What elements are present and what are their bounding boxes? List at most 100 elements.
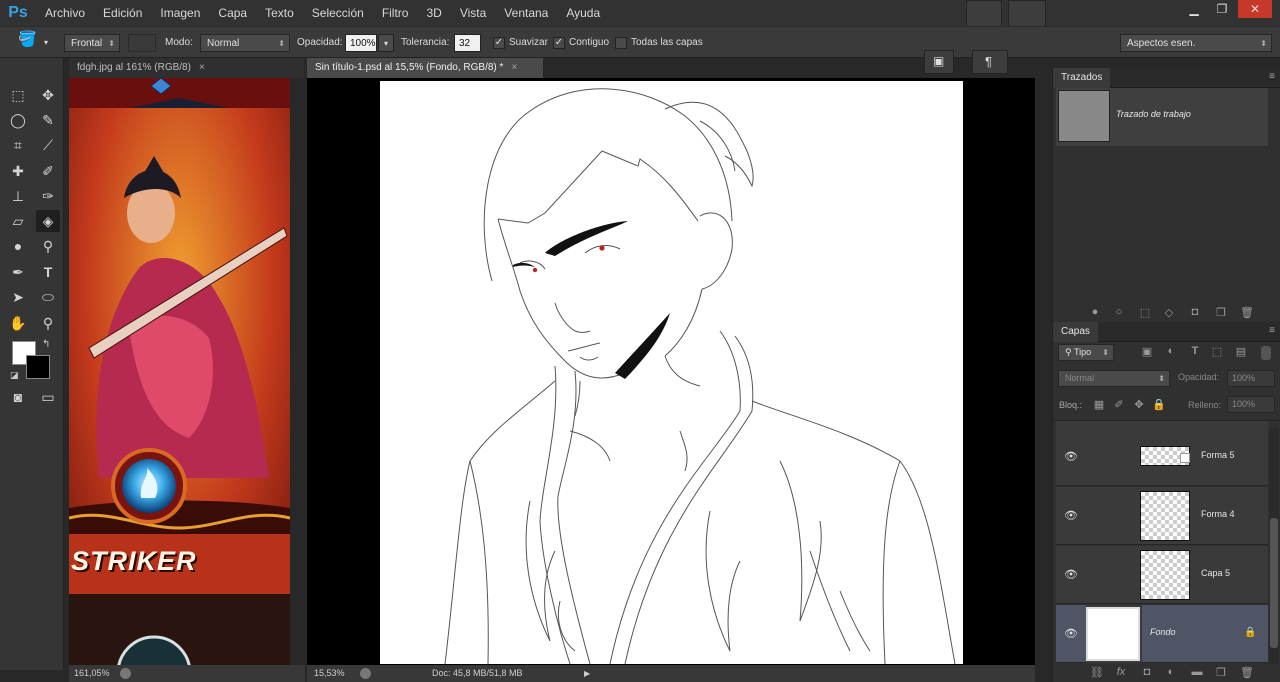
visibility-eye-icon[interactable]: 👁 xyxy=(1064,509,1078,522)
layers-panel-menu-icon[interactable]: ≡ xyxy=(1269,325,1275,336)
filter-pixel-icon[interactable]: ▣ xyxy=(1139,345,1155,358)
quick-mask-icon[interactable]: ◙ xyxy=(6,386,30,408)
new-group-icon[interactable]: ▬ xyxy=(1189,666,1205,678)
left-status-menu-icon[interactable] xyxy=(120,668,131,679)
delete-layer-icon[interactable]: 🗑 xyxy=(1239,666,1255,679)
screen-mode-icon[interactable]: ▭ xyxy=(36,386,60,408)
status-expand-arrow-icon[interactable]: ▶ xyxy=(584,665,590,682)
menu-vista[interactable]: Vista xyxy=(451,0,495,26)
load-selection-icon[interactable]: ⬚ xyxy=(1137,306,1153,319)
layers-scrollbar-thumb[interactable] xyxy=(1270,518,1278,648)
layers-scrollbar[interactable] xyxy=(1269,428,1279,664)
menu-texto[interactable]: Texto xyxy=(256,0,303,26)
brush-tool-icon[interactable]: ✐ xyxy=(36,160,60,182)
swap-colors-icon[interactable]: ↰ xyxy=(42,339,50,350)
tool-preset-chevron-icon[interactable]: ▾ xyxy=(44,34,48,52)
marquee-tool-icon[interactable]: ⬚ xyxy=(6,84,30,106)
stamp-tool-icon[interactable]: ⊥ xyxy=(6,185,30,207)
background-color-swatch[interactable] xyxy=(26,355,50,379)
hand-tool-icon[interactable]: ✋ xyxy=(6,312,30,334)
filter-adjustment-icon[interactable]: ◐ xyxy=(1163,345,1179,357)
pen-tool-icon[interactable]: ✒ xyxy=(6,261,30,283)
layer-style-icon[interactable]: fx xyxy=(1113,666,1129,678)
lock-pixels-icon[interactable]: ✐ xyxy=(1111,398,1127,411)
layer-opacity-input[interactable]: 100% xyxy=(1227,370,1275,387)
minimize-button[interactable]: ▁ xyxy=(1180,0,1208,18)
menu-ventana[interactable]: Ventana xyxy=(495,0,557,26)
paint-bucket-tool-icon[interactable]: ◈ xyxy=(36,210,60,232)
new-adjustment-layer-icon[interactable]: ◐ xyxy=(1163,666,1179,678)
layer-row-forma-4[interactable]: 👁 Forma 4 xyxy=(1056,487,1268,545)
visibility-eye-icon[interactable]: 👁 xyxy=(1064,450,1078,463)
tab-fdgh-close-icon[interactable]: × xyxy=(199,62,205,73)
workspace-select[interactable]: Aspectos esen. xyxy=(1120,34,1272,53)
filter-toggle[interactable] xyxy=(1261,346,1271,360)
crop-tool-icon[interactable]: ⌗ xyxy=(6,134,30,156)
main-status-menu-icon[interactable] xyxy=(360,668,371,679)
visibility-eye-icon[interactable]: 👁 xyxy=(1064,627,1078,640)
blend-mode-select[interactable]: Normal xyxy=(1058,370,1170,387)
tab-sin-titulo-close-icon[interactable]: × xyxy=(511,62,517,73)
healing-tool-icon[interactable]: ✚ xyxy=(6,160,30,182)
path-select-tool-icon[interactable]: ➤ xyxy=(6,286,30,308)
menu-3d[interactable]: 3D xyxy=(417,0,450,26)
ellipse-tool-icon[interactable]: ⬭ xyxy=(36,286,60,308)
work-path-row[interactable]: Trazado de trabajo xyxy=(1056,88,1268,146)
paths-panel-menu-icon[interactable]: ≡ xyxy=(1269,71,1275,82)
restore-button[interactable]: ❐ xyxy=(1208,0,1236,18)
menu-edicion[interactable]: Edición xyxy=(94,0,151,26)
type-tool-icon[interactable]: T xyxy=(36,261,60,283)
eraser-tool-icon[interactable]: ▱ xyxy=(6,210,30,232)
left-zoom-level[interactable]: 161,05% xyxy=(74,665,110,682)
canvas-area[interactable] xyxy=(307,78,1035,665)
menu-seleccion[interactable]: Selección xyxy=(303,0,373,26)
fill-path-icon[interactable]: ● xyxy=(1087,306,1103,318)
new-path-icon[interactable]: ❐ xyxy=(1213,306,1229,319)
tab-paths[interactable]: Trazados xyxy=(1053,68,1111,88)
smooth-checkbox[interactable]: ✓ xyxy=(493,37,505,49)
menu-capa[interactable]: Capa xyxy=(209,0,256,26)
paragraph-icon[interactable]: ¶ xyxy=(985,54,992,69)
filter-smart-icon[interactable]: ▤ xyxy=(1233,345,1249,358)
lock-transparency-icon[interactable]: ▦ xyxy=(1091,398,1107,411)
new-layer-icon[interactable]: ❐ xyxy=(1213,666,1229,679)
fill-source-select[interactable]: Frontal xyxy=(64,34,120,53)
paint-bucket-icon[interactable]: 🪣 xyxy=(18,31,37,49)
opacity-input[interactable]: 100% xyxy=(345,34,377,52)
tolerance-input[interactable]: 32 xyxy=(454,34,481,52)
opacity-dropdown-icon[interactable]: ▾ xyxy=(378,34,394,52)
tab-sin-titulo[interactable]: Sin título-1.psd al 15,5% (Fondo, RGB/8)… xyxy=(307,58,543,78)
filter-shape-icon[interactable]: ⬚ xyxy=(1209,345,1225,358)
reference-document[interactable]: STRIKER xyxy=(69,78,290,665)
tab-fdgh[interactable]: fdgh.jpg al 161% (RGB/8) × xyxy=(69,58,304,78)
fill-input[interactable]: 100% xyxy=(1227,396,1275,413)
pattern-picker[interactable] xyxy=(128,34,156,52)
default-colors-icon[interactable]: ◪ xyxy=(10,370,19,381)
add-layer-mask-icon[interactable]: ◘ xyxy=(1139,666,1155,678)
layer-row-capa-5[interactable]: 👁 Capa 5 xyxy=(1056,546,1268,604)
document-canvas[interactable] xyxy=(380,81,963,664)
link-layers-icon[interactable]: ⛓ xyxy=(1089,666,1105,679)
visibility-eye-icon[interactable]: 👁 xyxy=(1064,568,1078,581)
layer-row-fondo[interactable]: 👁 Fondo 🔒 xyxy=(1056,605,1268,663)
lasso-tool-icon[interactable]: ◯ xyxy=(6,109,30,131)
eyedropper-tool-icon[interactable]: ⟋ xyxy=(36,134,60,156)
menu-filtro[interactable]: Filtro xyxy=(373,0,418,26)
history-brush-tool-icon[interactable]: ✑ xyxy=(36,185,60,207)
layer-filter-select[interactable]: ⚲ Tipo xyxy=(1058,344,1114,361)
dodge-tool-icon[interactable]: ⚲ xyxy=(36,235,60,257)
menu-archivo[interactable]: Archivo xyxy=(36,0,94,26)
quick-select-tool-icon[interactable]: ✎ xyxy=(36,109,60,131)
stroke-path-icon[interactable]: ○ xyxy=(1111,306,1127,318)
add-mask-icon[interactable]: ◘ xyxy=(1187,306,1203,318)
blur-tool-icon[interactable]: ● xyxy=(6,235,30,257)
main-zoom-level[interactable]: 15,53% xyxy=(314,665,345,682)
mode-select[interactable]: Normal xyxy=(200,34,290,53)
layer-row-forma-5[interactable]: 👁 Forma 5 xyxy=(1056,428,1268,486)
zoom-tool-icon[interactable]: ⚲ xyxy=(36,312,60,334)
history-icon[interactable]: ▣ xyxy=(933,54,944,68)
all-layers-checkbox[interactable] xyxy=(615,37,627,49)
tab-layers[interactable]: Capas xyxy=(1053,322,1098,342)
close-window-button[interactable]: ✕ xyxy=(1238,0,1272,18)
menu-ayuda[interactable]: Ayuda xyxy=(557,0,609,26)
